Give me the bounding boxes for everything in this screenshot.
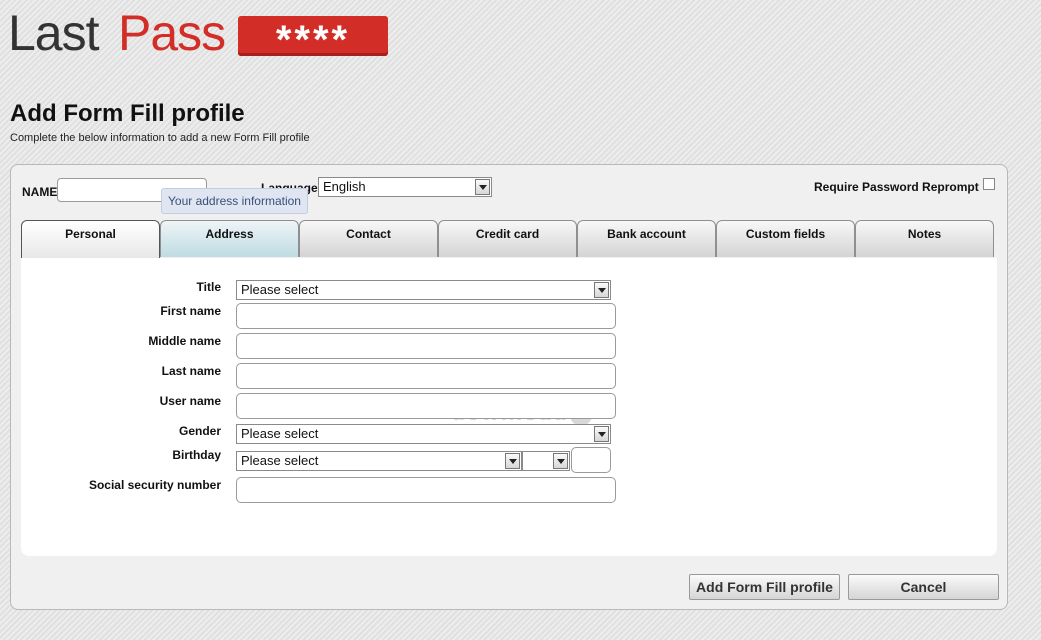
chevron-down-icon[interactable] xyxy=(553,453,568,469)
middle-name-input[interactable] xyxy=(236,333,616,359)
birthday-year-input[interactable] xyxy=(571,447,611,473)
language-select[interactable]: English xyxy=(318,177,492,197)
chevron-down-icon[interactable] xyxy=(475,179,490,195)
chevron-down-icon[interactable] xyxy=(505,453,520,469)
last-name-input[interactable] xyxy=(236,363,616,389)
first-name-label: First name xyxy=(160,304,221,318)
logo-text-last: Last xyxy=(8,5,100,61)
ssn-input[interactable] xyxy=(236,477,616,503)
birthday-label: Birthday xyxy=(172,448,221,462)
birthday-month-select[interactable]: Please select xyxy=(236,451,522,471)
personal-form: Title Please select First name download3… xyxy=(21,258,997,556)
name-label: NAME xyxy=(22,185,58,199)
user-name-input[interactable] xyxy=(236,393,616,419)
tab-bar: Personal Address Contact Credit card Ban… xyxy=(21,220,994,259)
logo-stars-badge: **** xyxy=(238,16,388,62)
cancel-button[interactable]: Cancel xyxy=(848,574,999,600)
chevron-down-icon[interactable] xyxy=(594,426,609,442)
gender-select-value: Please select xyxy=(241,426,319,441)
reprompt-label: Require Password Reprompt xyxy=(814,180,979,194)
birthday-month-value: Please select xyxy=(241,453,319,468)
middle-name-label: Middle name xyxy=(148,334,221,348)
page-title: Add Form Fill profile xyxy=(10,100,245,127)
tab-address[interactable]: Address xyxy=(160,220,299,257)
form-fill-panel: NAME Language English Your address infor… xyxy=(10,164,1008,610)
gender-label: Gender xyxy=(178,424,221,438)
add-profile-button[interactable]: Add Form Fill profile xyxy=(689,574,840,600)
ssn-label: Social security number xyxy=(88,478,221,492)
tab-credit-card[interactable]: Credit card xyxy=(438,220,577,257)
tab-contact[interactable]: Contact xyxy=(299,220,438,257)
language-select-value: English xyxy=(323,179,366,194)
tab-custom-fields[interactable]: Custom fields xyxy=(716,220,855,257)
logo-text-pass: Pass xyxy=(118,5,226,61)
user-name-label: User name xyxy=(159,394,221,408)
last-name-label: Last name xyxy=(161,364,221,378)
tab-tooltip: Your address information xyxy=(161,188,308,214)
tab-notes[interactable]: Notes xyxy=(855,220,994,257)
title-select[interactable]: Please select xyxy=(236,280,611,300)
tab-personal[interactable]: Personal xyxy=(21,220,160,258)
first-name-input[interactable] xyxy=(236,303,616,329)
birthday-day-select[interactable] xyxy=(522,451,570,471)
title-select-value: Please select xyxy=(241,282,319,297)
gender-select[interactable]: Please select xyxy=(236,424,611,444)
title-label: Title xyxy=(196,280,221,294)
reprompt-checkbox[interactable] xyxy=(983,178,995,190)
tab-bank-account[interactable]: Bank account xyxy=(577,220,716,257)
page-subtitle: Complete the below information to add a … xyxy=(10,132,310,144)
chevron-down-icon[interactable] xyxy=(594,282,609,298)
